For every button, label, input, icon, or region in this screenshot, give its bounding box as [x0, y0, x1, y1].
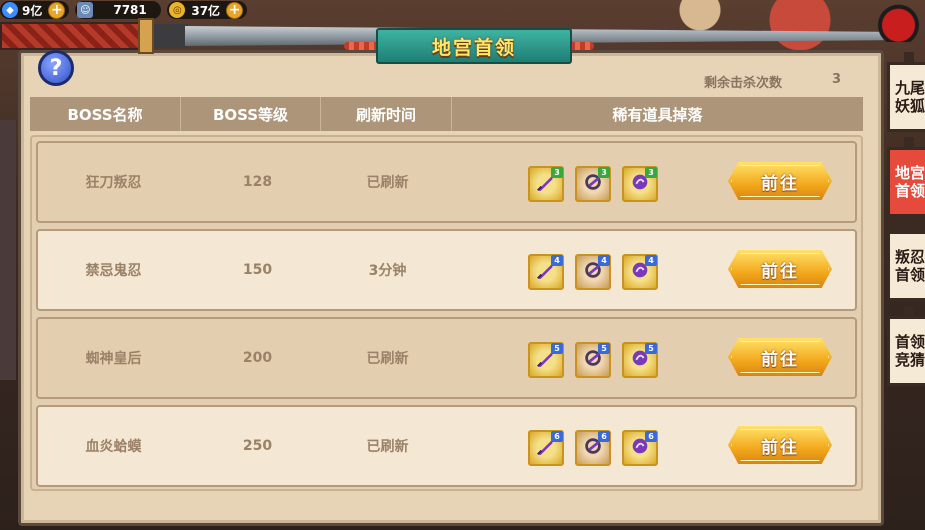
resource-character: ☺ 7781 [75, 1, 162, 19]
drop-item-sword[interactable]: 3 [528, 166, 564, 202]
go-button[interactable]: 前往 [728, 250, 832, 288]
katana-guard [138, 18, 154, 54]
drop-item-arm[interactable]: 6 [575, 430, 611, 466]
side-tab-label: 地宫首领 [895, 164, 925, 200]
resource-coin-value: 37亿 [191, 3, 221, 18]
item-quality-badge: 5 [645, 343, 657, 354]
boss-list: 狂刀叛忍 128 已刷新 3 3 3 前往 禁忌鬼忍 150 3分钟 4 4 4… [30, 135, 863, 491]
drop-item-arm[interactable]: 5 [575, 342, 611, 378]
item-quality-badge: 4 [598, 255, 610, 266]
help-button[interactable]: ? [38, 50, 74, 86]
drop-items: 6 6 6 [528, 430, 658, 466]
boss-level: 200 [242, 350, 273, 366]
katana-handle [0, 22, 140, 50]
drop-item-orb[interactable]: 4 [622, 254, 658, 290]
coin-icon: ◎ [169, 2, 186, 18]
resource-coin: ◎ 37亿 + [167, 1, 248, 19]
resource-character-value: 7781 [113, 3, 147, 17]
boss-row: 血炎蛤蟆 250 已刷新 6 6 6 前往 [36, 405, 857, 487]
boss-row: 蜘神皇后 200 已刷新 5 5 5 前往 [36, 317, 857, 399]
resource-bar: ◆ 9亿 + ☺ 7781 ◎ 37亿 + [0, 0, 290, 20]
side-tab[interactable]: 叛忍首领 [887, 231, 925, 301]
drop-items: 3 3 3 [528, 166, 658, 202]
boss-name: 血炎蛤蟆 [85, 439, 142, 455]
drop-item-orb[interactable]: 5 [622, 342, 658, 378]
header-refresh-time: 刷新时间 [321, 97, 452, 131]
boss-refresh-time: 已刷新 [366, 439, 409, 455]
boss-name: 蜘神皇后 [85, 351, 142, 367]
gem-icon: ◆ [2, 2, 18, 18]
remaining-kills-value: 3 [832, 72, 842, 87]
item-quality-badge: 6 [598, 431, 610, 442]
drop-item-arm[interactable]: 3 [575, 166, 611, 202]
page-title: 地宫首领 [376, 28, 572, 64]
drop-item-sword[interactable]: 5 [528, 342, 564, 378]
add-gem-button[interactable]: + [48, 1, 66, 19]
drop-item-orb[interactable]: 3 [622, 166, 658, 202]
boss-level: 150 [242, 262, 273, 278]
table-header: BOSS名称 BOSS等级 刷新时间 稀有道具掉落 [30, 97, 863, 131]
item-quality-badge: 4 [551, 255, 563, 266]
item-quality-badge: 3 [551, 167, 563, 178]
boss-refresh-time: 3分钟 [368, 263, 407, 279]
header-boss-name: BOSS名称 [30, 97, 181, 131]
drop-item-arm[interactable]: 4 [575, 254, 611, 290]
drop-item-orb[interactable]: 6 [622, 430, 658, 466]
boss-refresh-time: 已刷新 [366, 175, 409, 191]
item-quality-badge: 6 [645, 431, 657, 442]
item-quality-badge: 5 [598, 343, 610, 354]
character-icon: ☺ [77, 2, 94, 18]
boss-level: 128 [242, 174, 273, 190]
side-tab[interactable]: 地宫首领 [887, 147, 925, 217]
boss-name: 禁忌鬼忍 [85, 263, 142, 279]
background-strip [0, 120, 16, 380]
side-tab-label: 首领竞猜 [895, 333, 925, 369]
boss-name: 狂刀叛忍 [85, 175, 142, 191]
drop-item-sword[interactable]: 6 [528, 430, 564, 466]
drop-items: 4 4 4 [528, 254, 658, 290]
header-rare-drops: 稀有道具掉落 [612, 105, 703, 124]
side-tab[interactable]: 首领竞猜 [887, 316, 925, 386]
side-tab[interactable]: 九尾妖狐 [887, 62, 925, 132]
item-quality-badge: 6 [551, 431, 563, 442]
remaining-kills-label: 剩余击杀次数 [704, 76, 783, 91]
katana-collar [154, 24, 188, 48]
boss-row: 狂刀叛忍 128 已刷新 3 3 3 前往 [36, 141, 857, 223]
item-quality-badge: 5 [551, 343, 563, 354]
item-quality-badge: 4 [645, 255, 657, 266]
drop-item-sword[interactable]: 4 [528, 254, 564, 290]
resource-gem: ◆ 9亿 + [0, 1, 70, 19]
side-tab-label: 叛忍首领 [895, 248, 925, 284]
side-tab-label: 九尾妖狐 [895, 79, 925, 115]
boss-refresh-time: 已刷新 [366, 351, 409, 367]
go-button[interactable]: 前往 [728, 426, 832, 464]
boss-level: 250 [242, 438, 273, 454]
boss-row: 禁忌鬼忍 150 3分钟 4 4 4 前往 [36, 229, 857, 311]
drop-items: 5 5 5 [528, 342, 658, 378]
resource-gem-value: 9亿 [22, 3, 43, 18]
close-icon[interactable] [872, 0, 925, 42]
item-quality-badge: 3 [645, 167, 657, 178]
add-coin-button[interactable]: + [226, 1, 244, 19]
go-button[interactable]: 前往 [728, 162, 832, 200]
item-quality-badge: 3 [598, 167, 610, 178]
header-boss-level: BOSS等级 [181, 97, 321, 131]
remaining-kills: 剩余击杀次数 3 [704, 72, 841, 91]
go-button[interactable]: 前往 [728, 338, 832, 376]
